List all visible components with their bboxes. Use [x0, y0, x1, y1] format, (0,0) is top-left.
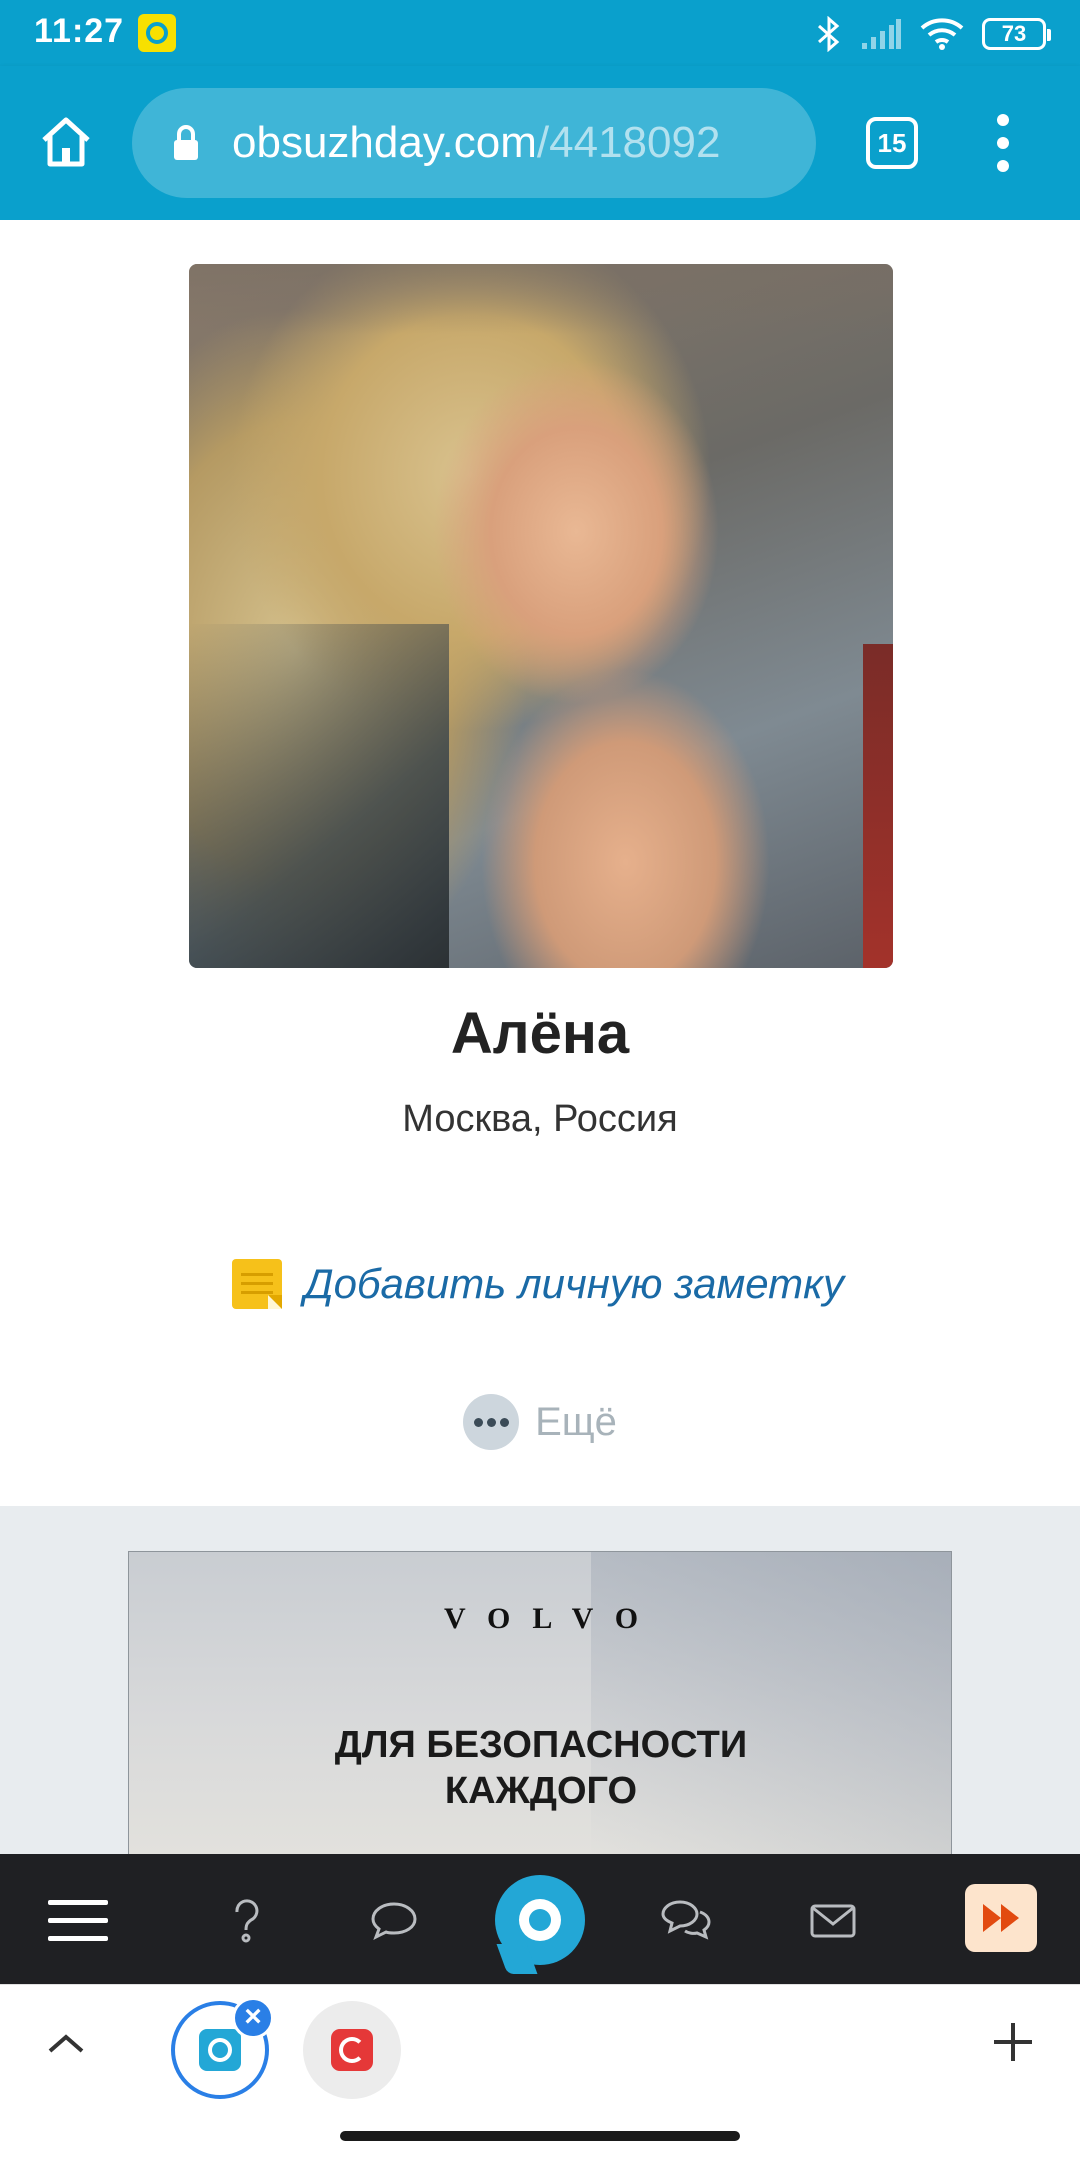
profile-location: Москва, Россия	[402, 1098, 678, 1140]
profile-card: Алёна Москва, Россия Добавить личную зам…	[0, 220, 1080, 1506]
lock-icon	[174, 125, 198, 160]
more-button[interactable]: Ещё	[0, 1394, 1080, 1450]
home-icon[interactable]	[36, 112, 96, 172]
wifi-icon	[920, 18, 964, 50]
url-path: /4418092	[536, 118, 721, 167]
chats-icon[interactable]	[660, 1898, 712, 1942]
home-indicator[interactable]	[340, 2131, 740, 2141]
add-note-link[interactable]: Добавить личную заметку	[232, 1254, 844, 1314]
question-icon[interactable]	[229, 1898, 265, 1944]
browser-toolbar: obsuzhday.com/4418092 15	[0, 66, 1080, 220]
battery-icon: 73	[982, 18, 1051, 50]
profile-name: Алёна	[450, 1001, 630, 1066]
ad-area: VOLVO ДЛЯ БЕЗОПАСНОСТИ КАЖДОГО	[0, 1506, 1080, 1854]
address-bar[interactable]: obsuzhday.com/4418092	[132, 88, 816, 198]
browser-bottom-bar: ×	[0, 1984, 1080, 2160]
add-tab-icon[interactable]	[990, 2019, 1036, 2065]
status-bar: 11:27 73	[0, 0, 1080, 66]
notification-app-icon	[138, 14, 176, 52]
url-domain: obsuzhday.com	[232, 118, 537, 167]
comment-icon[interactable]	[370, 1900, 418, 1940]
add-note-label: Добавить личную заметку	[304, 1260, 844, 1307]
note-icon	[232, 1259, 282, 1309]
ad-headline: ДЛЯ БЕЗОПАСНОСТИ КАЖДОГО	[129, 1722, 951, 1814]
chevron-up-icon[interactable]	[44, 2029, 88, 2059]
signal-icon	[862, 19, 901, 49]
status-icons: 73	[816, 14, 1051, 54]
ad-banner[interactable]: VOLVO ДЛЯ БЕЗОПАСНОСТИ КАЖДОГО	[128, 1551, 952, 1854]
site-bottom-nav	[0, 1854, 1080, 1984]
more-dots-icon	[463, 1394, 520, 1450]
mail-icon[interactable]	[810, 1904, 856, 1938]
bluetooth-icon	[818, 16, 840, 52]
browser-menu-button[interactable]	[988, 114, 1018, 172]
menu-icon[interactable]	[48, 1854, 108, 1984]
ad-brand: VOLVO	[443, 1602, 661, 1635]
status-time: 11:27	[34, 12, 125, 50]
open-tab-other[interactable]	[303, 2001, 401, 2099]
close-tab-icon[interactable]: ×	[232, 1997, 274, 2039]
fast-forward-icon[interactable]	[965, 1884, 1037, 1952]
ad-headline-line2: КАЖДОГО	[444, 1770, 638, 1812]
ad-headline-line1: ДЛЯ БЕЗОПАСНОСТИ	[334, 1724, 748, 1766]
url-text: obsuzhday.com/4418092	[232, 118, 720, 168]
tabs-count-button[interactable]: 15	[866, 117, 918, 169]
more-label: Ещё	[535, 1399, 617, 1444]
profile-photo[interactable]	[189, 264, 893, 968]
